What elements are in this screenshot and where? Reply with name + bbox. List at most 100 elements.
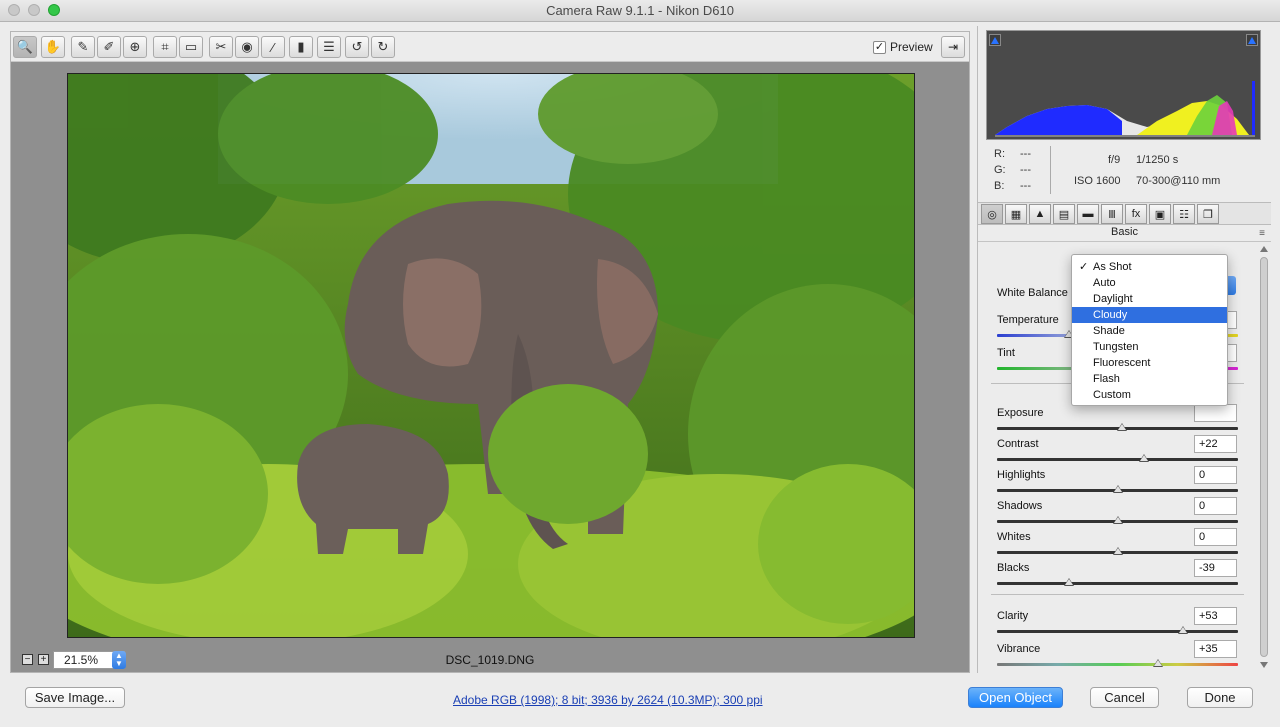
section-divider xyxy=(991,594,1244,595)
magnifier-icon: 🔍 xyxy=(16,39,34,54)
save-image-button[interactable]: Save Image... xyxy=(25,687,125,708)
clarity-field[interactable]: +53 xyxy=(1194,607,1237,625)
menu-item-auto[interactable]: Auto xyxy=(1072,275,1227,291)
preview-toggle[interactable]: ✓ Preview xyxy=(873,40,933,54)
tab-camera-calibration[interactable]: ▣ xyxy=(1149,204,1171,224)
tab-split-toning[interactable]: ▬ xyxy=(1077,204,1099,224)
slider-thumb[interactable] xyxy=(1139,454,1149,462)
tab-snapshots[interactable]: ❐ xyxy=(1197,204,1219,224)
color-sampler-tool[interactable]: ✐ xyxy=(97,36,121,58)
tab-presets[interactable]: ☷ xyxy=(1173,204,1195,224)
tab-detail[interactable]: ▲ xyxy=(1029,204,1051,224)
scroll-up-icon[interactable] xyxy=(1260,246,1268,252)
panel-title: Basic xyxy=(1111,226,1138,238)
rotate-ccw-icon: ↺ xyxy=(351,39,363,54)
menu-item-label: Daylight xyxy=(1093,293,1133,305)
blacks-slider[interactable] xyxy=(997,578,1238,586)
slider-thumb[interactable] xyxy=(1113,485,1123,493)
menu-item-label: Auto xyxy=(1093,277,1116,289)
white-balance-tool[interactable]: ✎ xyxy=(71,36,95,58)
vibrance-slider[interactable] xyxy=(997,659,1238,667)
contrast-slider[interactable] xyxy=(997,454,1238,462)
rotate-left-button[interactable]: ↺ xyxy=(345,36,369,58)
slider-thumb[interactable] xyxy=(1113,547,1123,555)
fullscreen-toggle-button[interactable]: ⇥ xyxy=(941,36,965,58)
spot-removal-icon: ✂ xyxy=(215,39,227,54)
image-preview[interactable] xyxy=(67,73,915,638)
whites-slider[interactable] xyxy=(997,547,1238,555)
tab-effects[interactable]: fx xyxy=(1125,204,1147,224)
menu-item-tungsten[interactable]: Tungsten xyxy=(1072,339,1227,355)
fullscreen-icon: ⇥ xyxy=(947,40,959,54)
whites-field[interactable]: 0 xyxy=(1194,528,1237,546)
clarity-slider[interactable] xyxy=(997,626,1238,634)
hand-tool[interactable]: ✋ xyxy=(41,36,65,58)
workflow-options-link[interactable]: Adobe RGB (1998); 8 bit; 3936 by 2624 (1… xyxy=(453,693,763,707)
panel-scrollbar[interactable] xyxy=(1259,244,1269,672)
menu-item-as-shot[interactable]: ✓ As Shot xyxy=(1072,259,1227,275)
bottom-bar: Save Image... Adobe RGB (1998); 8 bit; 3… xyxy=(0,676,1280,727)
shadows-field[interactable]: 0 xyxy=(1194,497,1237,515)
camera-calibration-icon: ▣ xyxy=(1154,208,1166,221)
target-adjust-icon: ⊕ xyxy=(129,39,141,54)
clarity-label: Clarity xyxy=(997,610,1029,622)
menu-item-flash[interactable]: Flash xyxy=(1072,371,1227,387)
menu-item-cloudy[interactable]: Cloudy xyxy=(1072,307,1227,323)
targeted-adjustment-tool[interactable]: ⊕ xyxy=(123,36,147,58)
menu-item-label: Shade xyxy=(1093,325,1125,337)
zoom-tool[interactable]: 🔍 xyxy=(13,36,37,58)
cancel-button[interactable]: Cancel xyxy=(1090,687,1159,708)
exposure-field[interactable] xyxy=(1194,404,1237,422)
menu-item-daylight[interactable]: Daylight xyxy=(1072,291,1227,307)
contrast-field[interactable]: +22 xyxy=(1194,435,1237,453)
exposure-slider[interactable] xyxy=(997,423,1238,431)
done-button[interactable]: Done xyxy=(1187,687,1253,708)
vibrance-field[interactable]: +35 xyxy=(1194,640,1237,658)
menu-item-fluorescent[interactable]: Fluorescent xyxy=(1072,355,1227,371)
tab-lens[interactable]: Ⅲ xyxy=(1101,204,1123,224)
slider-thumb[interactable] xyxy=(1117,423,1127,431)
highlights-field[interactable]: 0 xyxy=(1194,466,1237,484)
tool-bar: ✓ Preview ⇥ 🔍 ✋ ✎ ✐ ⊕ ⌗ ▭ ✂ ◉ ⁄ ▮ ☰ ↺ ↻ xyxy=(11,32,969,62)
tab-tone-curve[interactable]: ▦ xyxy=(1005,204,1027,224)
red-eye-tool[interactable]: ◉ xyxy=(235,36,259,58)
red-eye-icon: ◉ xyxy=(241,39,253,54)
straighten-tool[interactable]: ▭ xyxy=(179,36,203,58)
spot-removal-tool[interactable]: ✂ xyxy=(209,36,233,58)
detail-icon: ▲ xyxy=(1034,208,1046,220)
crop-tool[interactable]: ⌗ xyxy=(153,36,177,58)
scroll-down-icon[interactable] xyxy=(1260,662,1268,668)
histogram-graph xyxy=(995,81,1255,137)
slider-thumb[interactable] xyxy=(1153,659,1163,667)
preview-checkbox[interactable]: ✓ xyxy=(873,40,886,54)
tab-aperture[interactable]: ◎ xyxy=(981,204,1003,224)
menu-item-custom[interactable]: Custom xyxy=(1072,387,1227,403)
highlights-slider[interactable] xyxy=(997,485,1238,493)
crop-icon: ⌗ xyxy=(161,39,169,54)
menu-item-shade[interactable]: Shade xyxy=(1072,323,1227,339)
presets-icon: ☷ xyxy=(1179,208,1189,221)
slider-thumb[interactable] xyxy=(1178,626,1188,634)
hsl-icon: ▤ xyxy=(1058,208,1070,221)
slider-thumb[interactable] xyxy=(1064,578,1074,586)
scroll-thumb[interactable] xyxy=(1260,257,1268,657)
tone-curve-icon: ▦ xyxy=(1010,208,1022,221)
histogram xyxy=(986,30,1261,140)
panel-menu-icon[interactable]: ≡ xyxy=(1259,228,1265,239)
graduated-filter-tool[interactable]: ▮ xyxy=(289,36,313,58)
contrast-label: Contrast xyxy=(997,438,1039,450)
panel-header: Basic ≡ xyxy=(978,226,1271,242)
slider-thumb[interactable] xyxy=(1113,516,1123,524)
shadows-slider[interactable] xyxy=(997,516,1238,524)
adjustment-brush-tool[interactable]: ⁄ xyxy=(261,36,285,58)
preferences-button[interactable]: ☰ xyxy=(317,36,341,58)
aperture-icon: ◎ xyxy=(987,208,997,221)
tab-hsl[interactable]: ▤ xyxy=(1053,204,1075,224)
split-toning-icon: ▬ xyxy=(1082,208,1094,220)
whites-label: Whites xyxy=(997,531,1031,543)
blacks-field[interactable]: -39 xyxy=(1194,559,1237,577)
panel-tab-bar: ◎ ▦ ▲ ▤ ▬ Ⅲfx ▣ ☷ ❐ xyxy=(978,202,1271,225)
menu-item-label: Flash xyxy=(1093,373,1120,385)
open-object-button[interactable]: Open Object xyxy=(968,687,1063,708)
rotate-right-button[interactable]: ↻ xyxy=(371,36,395,58)
